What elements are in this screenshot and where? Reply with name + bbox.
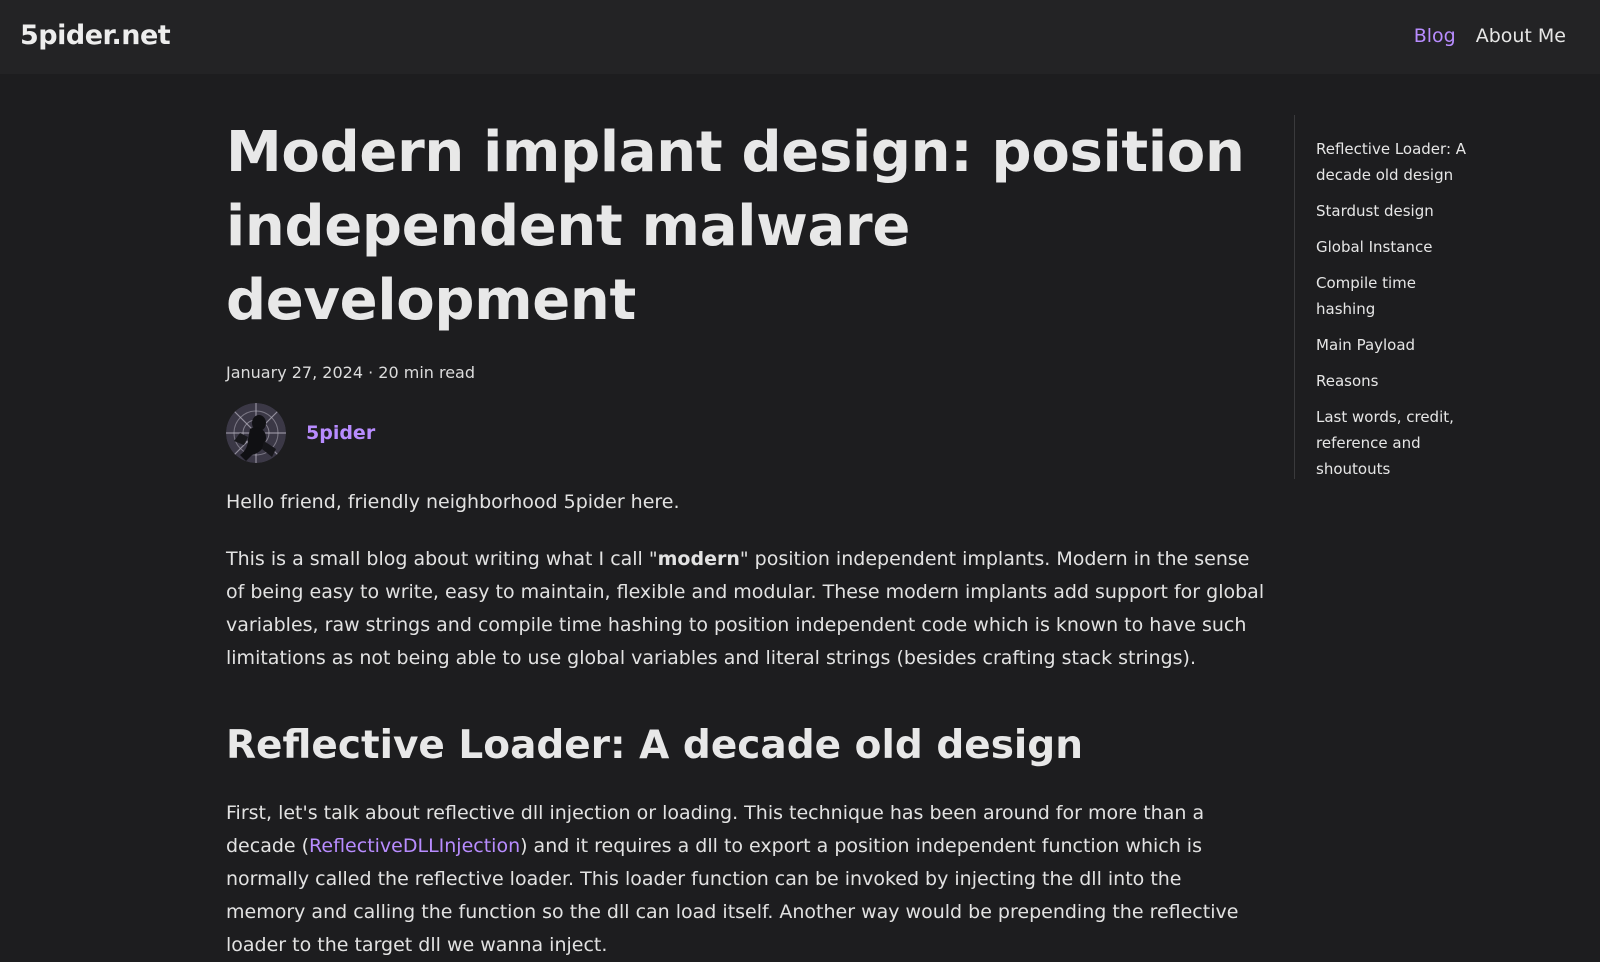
article: Modern implant design: position independ… [226,116,1266,962]
intro-bold-word: modern [657,548,740,570]
toc-item-last-words[interactable]: Last words, credit, reference and shouto… [1316,404,1474,482]
intro-paragraph: This is a small blog about writing what … [226,543,1266,675]
reflective-loader-paragraph: First, let's talk about reflective dll i… [226,797,1266,962]
post-date: January 27, 2024 [226,363,363,382]
reflective-dll-injection-link[interactable]: ReflectiveDLLInjection [309,835,520,857]
author-name-link[interactable]: 5pider [306,422,375,444]
table-of-contents: Reflective Loader: A decade old design S… [1294,115,1474,479]
author-avatar[interactable] [226,403,286,463]
nav-blog-link[interactable]: Blog [1414,25,1456,47]
section-heading-reflective-loader: Reflective Loader: A decade old design [226,723,1083,768]
navbar: 5pider.net Blog About Me [0,0,1600,74]
post-title: Modern implant design: position independ… [226,120,1245,333]
toc-item-stardust-design[interactable]: Stardust design [1316,198,1474,224]
intro-text-start: This is a small blog about writing what … [226,548,658,570]
toc-item-compile-time-hashing[interactable]: Compile time hashing [1316,270,1474,322]
hello-paragraph: Hello friend, friendly neighborhood 5pid… [226,491,680,513]
meta-separator: · [368,363,374,382]
main-nav: Blog About Me [1414,25,1566,47]
toc-item-reasons[interactable]: Reasons [1316,368,1474,394]
read-time: 20 min read [378,363,476,382]
toc-item-global-instance[interactable]: Global Instance [1316,234,1474,260]
post-meta: January 27, 2024 · 20 min read [226,363,1266,382]
site-brand-link[interactable]: 5pider.net [20,20,171,51]
nav-about-link[interactable]: About Me [1476,25,1566,47]
avatar-image-icon [226,403,286,463]
toc-item-main-payload[interactable]: Main Payload [1316,332,1474,358]
toc-item-reflective-loader[interactable]: Reflective Loader: A decade old design [1316,136,1474,188]
author-block: 5pider [226,402,1266,464]
